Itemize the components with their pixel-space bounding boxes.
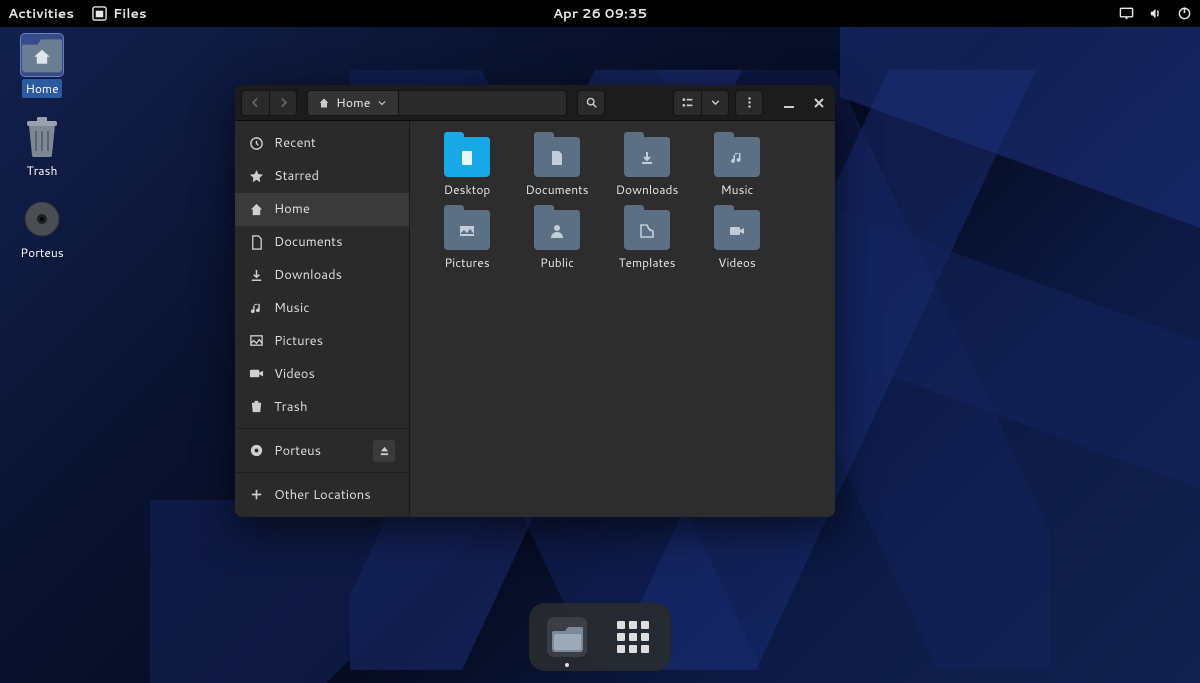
sidebar-item-trash[interactable]: Trash — [235, 390, 409, 423]
folder-label: Desktop — [444, 181, 491, 198]
download-icon — [638, 149, 656, 167]
hamburger-menu-button[interactable] — [735, 90, 763, 116]
sidebar-item-pictures[interactable]: Pictures — [235, 325, 409, 358]
file-grid[interactable]: Desktop Documents Downloads Music Pictur… — [410, 121, 835, 517]
desktop-icon-label: Home — [22, 79, 61, 98]
folder-label: Music — [721, 181, 754, 198]
sidebar-label: Starred — [274, 167, 319, 185]
disc-icon — [21, 198, 63, 240]
document-icon — [249, 235, 264, 250]
person-icon — [548, 222, 566, 240]
top-bar: Activities Files Apr 26 09:35 — [0, 0, 1200, 27]
folder-public[interactable]: Public — [518, 206, 596, 275]
document-icon — [548, 149, 566, 167]
sidebar-item-home[interactable]: Home — [235, 193, 409, 226]
folder-label: Templates — [618, 254, 675, 271]
folder-pictures[interactable]: Pictures — [428, 206, 506, 275]
video-icon — [728, 222, 746, 240]
sidebar-label: Trash — [274, 398, 308, 416]
sidebar-item-recent[interactable]: Recent — [235, 127, 409, 160]
clock[interactable]: Apr 26 09:35 — [553, 4, 647, 23]
chevron-down-icon — [376, 97, 388, 109]
sidebar-label: Documents — [274, 233, 343, 251]
eject-button[interactable] — [373, 440, 395, 462]
view-list-button[interactable] — [673, 90, 701, 116]
music-icon — [728, 149, 746, 167]
folder-label: Public — [540, 254, 574, 271]
app-grid-icon — [617, 621, 649, 653]
sidebar-item-documents[interactable]: Documents — [235, 226, 409, 259]
places-sidebar: Recent Starred Home Documents Downloads … — [235, 121, 410, 517]
sidebar-label: Porteus — [274, 442, 321, 460]
path-segment-home[interactable]: Home — [308, 91, 399, 115]
dock-files[interactable] — [543, 613, 591, 661]
trash-icon — [21, 116, 63, 158]
clock-icon — [249, 136, 264, 151]
sidebar-item-downloads[interactable]: Downloads — [235, 259, 409, 292]
trash-icon — [249, 399, 264, 414]
disc-icon — [249, 443, 264, 458]
home-folder-icon — [21, 34, 63, 76]
view-options-button[interactable] — [701, 90, 729, 116]
desktop-icon-label: Porteus — [17, 243, 66, 262]
star-icon — [249, 169, 264, 184]
minimize-button[interactable] — [779, 93, 799, 113]
files-app-icon — [545, 615, 589, 659]
search-button[interactable] — [577, 90, 605, 116]
sidebar-item-music[interactable]: Music — [235, 292, 409, 325]
sidebar-label: Downloads — [274, 266, 342, 284]
picture-icon — [249, 333, 264, 348]
path-label: Home — [336, 94, 370, 112]
sidebar-label: Recent — [274, 134, 316, 152]
home-icon — [318, 97, 330, 109]
dock-apps[interactable] — [609, 613, 657, 661]
volume-icon[interactable] — [1148, 6, 1163, 21]
sidebar-label: Other Locations — [274, 486, 371, 504]
folder-downloads[interactable]: Downloads — [608, 133, 686, 202]
desktop-folder-icon — [458, 149, 476, 167]
sidebar-label: Videos — [274, 365, 315, 383]
sidebar-item-videos[interactable]: Videos — [235, 357, 409, 390]
template-icon — [638, 222, 656, 240]
sidebar-label: Pictures — [274, 332, 323, 350]
window-titlebar[interactable]: Home — [235, 85, 835, 121]
activities-button[interactable]: Activities — [8, 4, 74, 23]
folder-music[interactable]: Music — [698, 133, 776, 202]
music-icon — [249, 301, 264, 316]
sidebar-item-starred[interactable]: Starred — [235, 160, 409, 193]
forward-button[interactable] — [269, 90, 297, 116]
sidebar-item-other-locations[interactable]: Other Locations — [235, 478, 409, 511]
screen-icon[interactable] — [1119, 6, 1134, 21]
dock — [529, 603, 671, 671]
sidebar-label: Music — [274, 299, 310, 317]
desktop-icon-home[interactable]: Home — [14, 34, 70, 98]
desktop-icon-trash[interactable]: Trash — [14, 116, 70, 180]
video-icon — [249, 366, 264, 381]
folder-label: Pictures — [444, 254, 489, 271]
folder-templates[interactable]: Templates — [608, 206, 686, 275]
power-icon[interactable] — [1177, 6, 1192, 21]
appmenu-label: Files — [113, 4, 147, 23]
close-button[interactable] — [809, 93, 829, 113]
sidebar-label: Home — [274, 200, 310, 218]
sidebar-item-porteus[interactable]: Porteus — [235, 434, 409, 467]
path-bar[interactable]: Home — [307, 90, 567, 116]
folder-label: Videos — [718, 254, 756, 271]
desktop-icon-porteus[interactable]: Porteus — [14, 198, 70, 262]
files-window: Home Recent Starred — [235, 85, 835, 517]
appmenu-files[interactable]: Files — [92, 4, 147, 23]
folder-label: Documents — [525, 181, 588, 198]
desktop-icon-label: Trash — [24, 161, 61, 180]
files-app-icon — [92, 6, 107, 21]
folder-desktop[interactable]: Desktop — [428, 133, 506, 202]
folder-videos[interactable]: Videos — [698, 206, 776, 275]
home-icon — [249, 202, 264, 217]
download-icon — [249, 268, 264, 283]
folder-documents[interactable]: Documents — [518, 133, 596, 202]
plus-icon — [249, 487, 264, 502]
folder-label: Downloads — [616, 181, 679, 198]
picture-icon — [458, 222, 476, 240]
back-button[interactable] — [241, 90, 269, 116]
